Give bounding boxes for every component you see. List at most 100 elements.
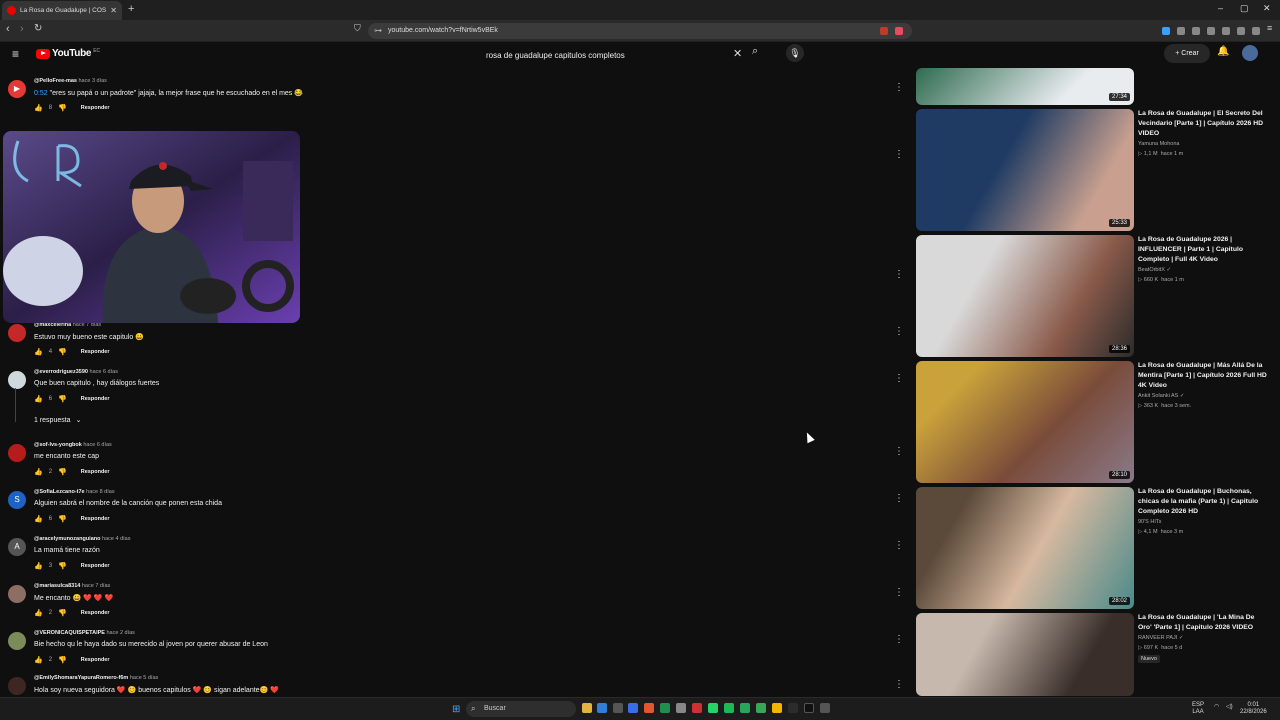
reply-button[interactable]: Responder	[81, 610, 110, 616]
like-icon[interactable]: 👍	[34, 395, 43, 403]
excel-icon[interactable]	[660, 703, 670, 713]
search-input[interactable]: rosa de guadalupe capitulos completos	[478, 45, 750, 65]
dislike-icon[interactable]: 👎	[58, 562, 67, 570]
extension-icon[interactable]	[1162, 27, 1170, 35]
comment-menu-icon[interactable]: ⋮	[894, 588, 904, 598]
comment-time[interactable]: hace 3 días	[79, 78, 107, 84]
like-icon[interactable]: 👍	[34, 562, 43, 570]
comment-avatar[interactable]: S	[8, 491, 26, 509]
dislike-icon[interactable]: 👎	[58, 104, 67, 112]
app-icon[interactable]	[756, 703, 766, 713]
comment-author[interactable]: @EmilyShomaraYapuraRomero-f6m	[34, 675, 128, 681]
windows-start-icon[interactable]: ⊞	[452, 704, 460, 715]
app-icon[interactable]	[788, 703, 798, 713]
back-icon[interactable]: ‹	[6, 23, 10, 35]
channel-name[interactable]: RANVEER PAJI ✓	[1138, 635, 1183, 641]
dislike-icon[interactable]: 👎	[58, 395, 67, 403]
dislike-icon[interactable]: 👎	[58, 609, 67, 617]
video-card[interactable]: 28:36 La Rosa de Guadalupe 2026 | INFLUE…	[916, 235, 1280, 357]
brave-rewards-icon[interactable]	[895, 27, 903, 35]
opera-icon[interactable]	[692, 703, 702, 713]
comment-avatar[interactable]	[8, 371, 26, 389]
vpn-icon[interactable]	[1237, 27, 1245, 35]
video-title[interactable]: La Rosa de Guadalupe 2026 | INFLUENCER |…	[1138, 235, 1268, 265]
comment-time[interactable]: hace 6 días	[90, 369, 118, 375]
account-avatar[interactable]	[1242, 45, 1258, 61]
new-tab-button[interactable]: +	[128, 3, 134, 15]
comment-menu-icon[interactable]: ⋮	[894, 374, 904, 384]
comment-menu-icon[interactable]: ⋮	[894, 447, 904, 457]
youtube-logo[interactable]: YouTube EC	[36, 48, 100, 59]
like-icon[interactable]: 👍	[34, 104, 43, 112]
comment-avatar[interactable]	[8, 444, 26, 462]
video-card[interactable]: 25:33 La Rosa de Guadalupe | El Secreto …	[916, 109, 1280, 231]
close-window-button[interactable]: ✕	[1263, 3, 1271, 14]
comment-author[interactable]: @SofiaLezcano-t7e	[34, 489, 85, 495]
video-thumbnail[interactable]: 25:33	[916, 109, 1134, 231]
language-indicator[interactable]: ESP LAA	[1192, 702, 1204, 716]
shield-icon[interactable]	[1252, 27, 1260, 35]
reply-button[interactable]: Responder	[81, 105, 110, 111]
maximize-button[interactable]: ▢	[1240, 3, 1249, 14]
clear-search-icon[interactable]: ✕	[733, 47, 742, 60]
comment-timestamp-link[interactable]: 0:52	[34, 90, 48, 97]
reply-button[interactable]: Responder	[81, 469, 110, 475]
comment-avatar[interactable]	[8, 324, 26, 342]
edge-icon[interactable]	[597, 703, 607, 713]
notifications-icon[interactable]: 🔔	[1217, 46, 1229, 57]
app-icon[interactable]	[676, 703, 686, 713]
reply-button[interactable]: Responder	[81, 657, 110, 663]
dislike-icon[interactable]: 👎	[58, 348, 67, 356]
like-icon[interactable]: 👍	[34, 609, 43, 617]
comment-author[interactable]: @everrodriguez3590	[34, 369, 88, 375]
video-thumbnail[interactable]: 28:02	[916, 487, 1134, 609]
video-card[interactable]: La Rosa de Guadalupe | 'La Mina De Oro' …	[916, 613, 1280, 696]
video-thumbnail[interactable]: 28:36	[916, 235, 1134, 357]
video-thumbnail[interactable]	[916, 613, 1134, 696]
clock[interactable]: 0:01 22/8/2026	[1240, 702, 1267, 716]
brave-shields-icon[interactable]	[880, 27, 888, 35]
music-icon[interactable]	[1192, 27, 1200, 35]
taskbar-search[interactable]: ⌕ Buscar	[466, 701, 576, 717]
comment-author[interactable]: @mariasulca8314	[34, 583, 80, 589]
video-menu-icon[interactable]: ⋮	[894, 270, 904, 280]
dislike-icon[interactable]: 👎	[58, 515, 67, 523]
guide-menu-icon[interactable]: ≡	[12, 48, 19, 60]
comment-menu-icon[interactable]: ⋮	[894, 327, 904, 337]
search-icon[interactable]: ⌕	[752, 45, 758, 58]
like-icon[interactable]: 👍	[34, 515, 43, 523]
video-card[interactable]: 28:02 La Rosa de Guadalupe | Buchonas, c…	[916, 487, 1280, 609]
app-icon[interactable]	[613, 703, 623, 713]
video-title[interactable]: La Rosa de Guadalupe | Buchonas, chicas …	[1138, 487, 1268, 517]
comment-time[interactable]: hace 5 días	[130, 675, 158, 681]
bookmark-icon[interactable]: ⛉	[354, 23, 361, 34]
comment-avatar[interactable]	[8, 632, 26, 650]
video-thumbnail[interactable]: 27:34	[916, 68, 1134, 105]
close-tab-icon[interactable]: ✕	[110, 6, 117, 15]
comment-author[interactable]: @PelloFree-mas	[34, 78, 77, 84]
comment-time[interactable]: hace 7 días	[82, 583, 110, 589]
sidebar-icon[interactable]	[1207, 27, 1215, 35]
url-bar[interactable]: ⊶ youtube.com/watch?v=fNrtiw5vBEk	[368, 23, 912, 39]
whatsapp-icon[interactable]	[708, 703, 718, 713]
reply-button[interactable]: Responder	[81, 516, 110, 522]
comment-author[interactable]: @sof-lvs-yongbok	[34, 442, 82, 448]
volume-icon[interactable]: ◁)	[1226, 704, 1233, 711]
app-icon[interactable]	[740, 703, 750, 713]
comment-author[interactable]: @VERONICAQUISPETAIPE	[34, 630, 105, 636]
video-menu-icon[interactable]: ⋮	[894, 150, 904, 160]
comment-menu-icon[interactable]: ⋮	[894, 635, 904, 645]
file-explorer-icon[interactable]	[582, 703, 592, 713]
comment-menu-icon[interactable]: ⋮	[894, 494, 904, 504]
browser-tab-active[interactable]: La Rosa de Guadalupe | COSAS ✕	[2, 1, 122, 20]
comment-menu-icon[interactable]: ⋮	[894, 680, 904, 690]
comment-menu-icon[interactable]: ⋮	[894, 541, 904, 551]
video-title[interactable]: La Rosa de Guadalupe | Más Allá De la Me…	[1138, 361, 1268, 391]
comment-time[interactable]: hace 2 días	[107, 630, 135, 636]
video-thumbnail[interactable]: 28:10	[916, 361, 1134, 483]
dislike-icon[interactable]: 👎	[58, 656, 67, 664]
channel-name[interactable]: BeatOrbitX ✓	[1138, 267, 1171, 273]
comment-time[interactable]: hace 4 días	[102, 536, 130, 542]
store-icon[interactable]	[628, 703, 638, 713]
video-title[interactable]: La Rosa de Guadalupe | El Secreto Del Ve…	[1138, 109, 1268, 139]
